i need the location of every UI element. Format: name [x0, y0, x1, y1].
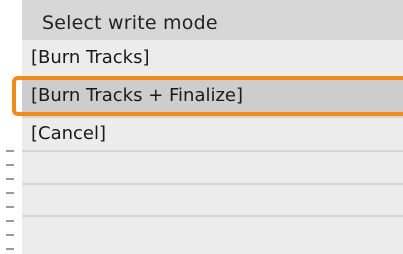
- write-mode-dialog: Select write mode [Burn Tracks] [Burn Tr…: [22, 0, 403, 254]
- empty-row: [22, 185, 403, 217]
- divider: [22, 76, 403, 78]
- dialog-title: Select write mode: [42, 12, 218, 34]
- option-cancel[interactable]: [Cancel]: [22, 118, 403, 150]
- scrollbar-tick: [6, 248, 14, 250]
- scrollbar-track: [0, 0, 22, 254]
- option-burn-tracks-finalize[interactable]: [Burn Tracks + Finalize]: [22, 80, 403, 112]
- option-label: [Burn Tracks]: [31, 47, 150, 68]
- scrollbar-tick: [6, 234, 14, 236]
- option-burn-tracks[interactable]: [Burn Tracks]: [22, 42, 403, 74]
- scrollbar-tick: [6, 192, 14, 194]
- scrollbar-tick: [6, 206, 14, 208]
- dialog-header: Select write mode: [22, 0, 403, 40]
- scrollbar-tick: [6, 178, 14, 180]
- scrollbar-tick: [6, 220, 14, 222]
- option-label: [Cancel]: [31, 123, 107, 144]
- scrollbar-tick: [6, 164, 14, 166]
- empty-row: [22, 152, 403, 184]
- scrollbar-tick: [6, 150, 14, 152]
- empty-row: [22, 217, 403, 254]
- option-label: [Burn Tracks + Finalize]: [31, 85, 244, 106]
